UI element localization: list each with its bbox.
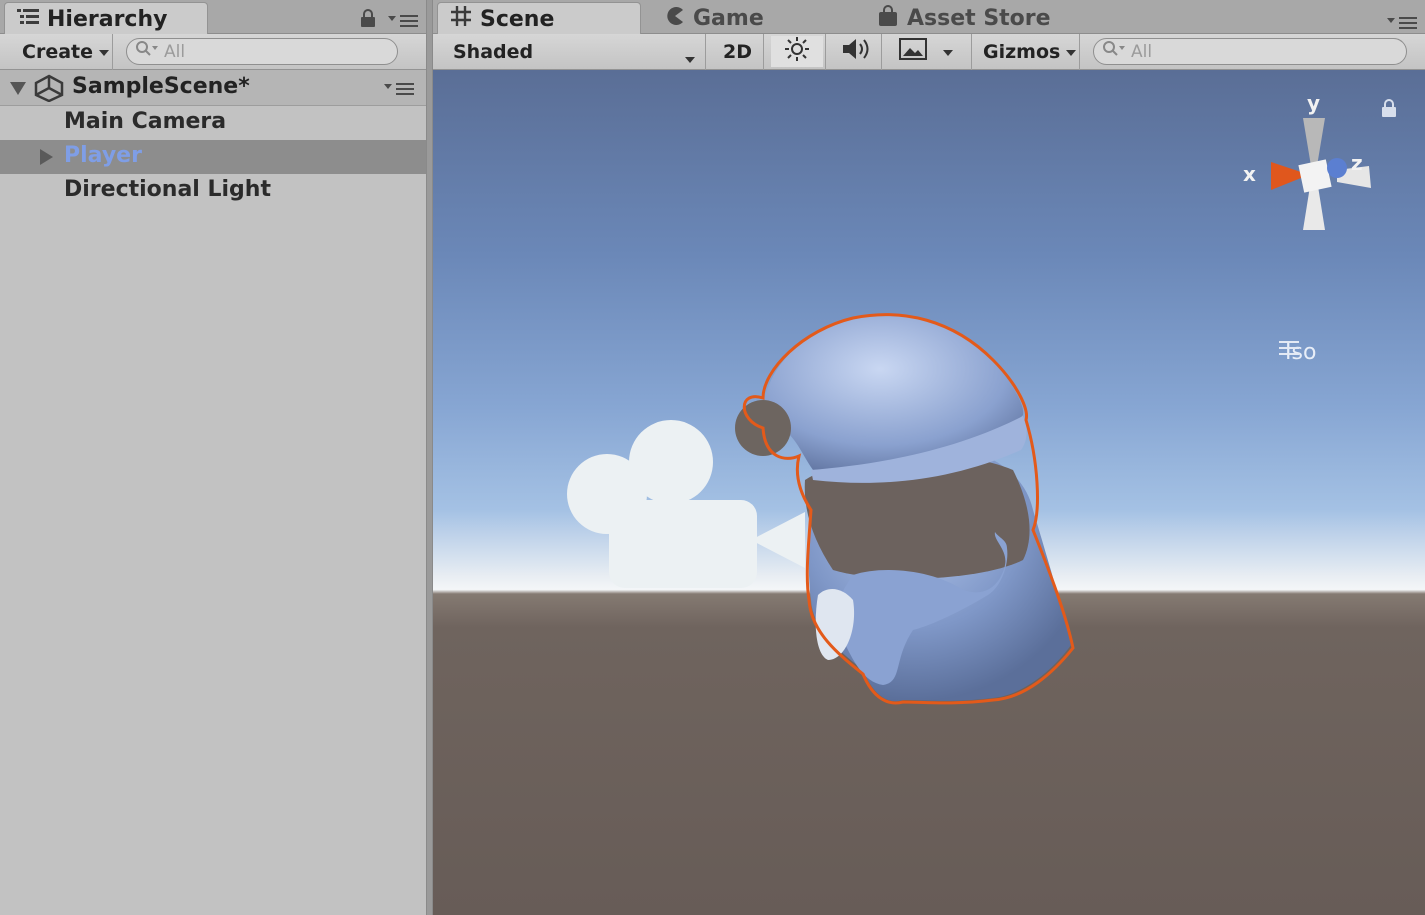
dropdown-arrow-icon (685, 48, 695, 70)
scene-root-row[interactable]: SampleScene* (0, 70, 426, 106)
dropdown-arrow-icon (1066, 41, 1077, 63)
tab-game[interactable]: Game (653, 2, 776, 35)
expand-arrow-icon[interactable] (40, 149, 53, 165)
hierarchy-item-main-camera[interactable]: Main Camera (0, 106, 426, 140)
expand-arrow-icon[interactable] (10, 82, 26, 95)
scene-name: SampleScene* (72, 74, 250, 99)
gizmo-y-label: y (1307, 91, 1320, 115)
toolbar-divider (825, 34, 826, 70)
projection-toggle[interactable]: Iso (1279, 340, 1316, 365)
toolbar-divider (112, 34, 113, 70)
search-icon (135, 40, 161, 63)
2d-toggle-label: 2D (723, 40, 752, 63)
tab-asset-store[interactable]: Asset Store (865, 2, 1063, 35)
sun-icon (785, 37, 809, 66)
shading-mode-label: Shaded (453, 40, 534, 63)
tab-game-label: Game (693, 6, 764, 31)
hierarchy-item-label: Main Camera (64, 109, 227, 134)
tab-scene-label: Scene (480, 6, 555, 32)
hierarchy-item-directional-light[interactable]: Directional Light (0, 174, 426, 208)
lock-icon[interactable] (360, 8, 376, 32)
gizmos-label: Gizmos (983, 40, 1061, 63)
scene-toolbar: Shaded 2D Gizmos (433, 34, 1425, 70)
scene-lighting-toggle[interactable] (771, 36, 823, 67)
panel-splitter[interactable] (426, 0, 433, 915)
create-button-label: Create (22, 40, 93, 63)
scene-search-input[interactable] (1131, 41, 1375, 62)
shading-mode-dropdown[interactable]: Shaded (443, 36, 699, 67)
dropdown-arrow-icon (99, 41, 109, 63)
hierarchy-panel: Hierarchy Create SampleScene* (0, 0, 426, 915)
gizmos-dropdown[interactable]: Gizmos (973, 36, 1086, 67)
scene-effects-dropdown[interactable] (933, 36, 963, 67)
hierarchy-search-input[interactable] (164, 41, 374, 62)
gizmo-z-label: z (1351, 151, 1363, 175)
hierarchy-item-label: Player (64, 143, 142, 168)
toolbar-divider (705, 34, 706, 70)
tab-asset-store-label: Asset Store (907, 6, 1051, 31)
panel-menu-icon[interactable] (1387, 14, 1419, 34)
hierarchy-tab-bar: Hierarchy (0, 0, 426, 35)
hierarchy-toolbar: Create (0, 34, 426, 70)
unity-logo-icon (34, 74, 64, 106)
toolbar-divider (763, 34, 764, 70)
player-character[interactable] (735, 313, 1075, 705)
scene-tab-bar: Scene Game Asset Store (433, 0, 1425, 35)
toolbar-divider (881, 34, 882, 70)
scene-audio-toggle[interactable] (831, 36, 883, 67)
toolbar-divider (971, 34, 972, 70)
hierarchy-item-player[interactable]: Player (0, 140, 426, 174)
panel-menu-icon[interactable] (388, 12, 420, 32)
scene-effects-button[interactable] (889, 36, 937, 67)
dropdown-arrow-icon (943, 41, 953, 63)
scene-render: x y z (567, 91, 1371, 705)
pacman-icon (665, 6, 685, 32)
toolbar-divider (1079, 34, 1080, 70)
scene-search-field[interactable] (1093, 38, 1407, 65)
scene-menu-icon[interactable] (384, 80, 416, 100)
2d-toggle-button[interactable]: 2D (713, 36, 762, 67)
search-icon (1102, 40, 1128, 63)
bag-icon (877, 4, 899, 33)
orientation-gizmo[interactable]: x y z (1243, 91, 1371, 230)
scene-viewport[interactable]: x y z Iso (433, 70, 1425, 915)
hierarchy-item-label: Directional Light (64, 177, 271, 202)
image-icon (899, 38, 927, 65)
gizmo-x-label: x (1243, 162, 1256, 186)
create-button[interactable]: Create (12, 36, 119, 67)
tab-hierarchy-label: Hierarchy (47, 6, 168, 32)
grid-icon (450, 5, 472, 33)
speaker-icon (841, 37, 873, 66)
hierarchy-search-field[interactable] (126, 38, 398, 65)
tab-hierarchy[interactable]: Hierarchy (4, 2, 208, 35)
tab-scene[interactable]: Scene (437, 2, 641, 35)
scene-panel: Scene Game Asset Store Shaded 2D Gizmos … (433, 0, 1425, 915)
hierarchy-list-icon (17, 7, 39, 32)
